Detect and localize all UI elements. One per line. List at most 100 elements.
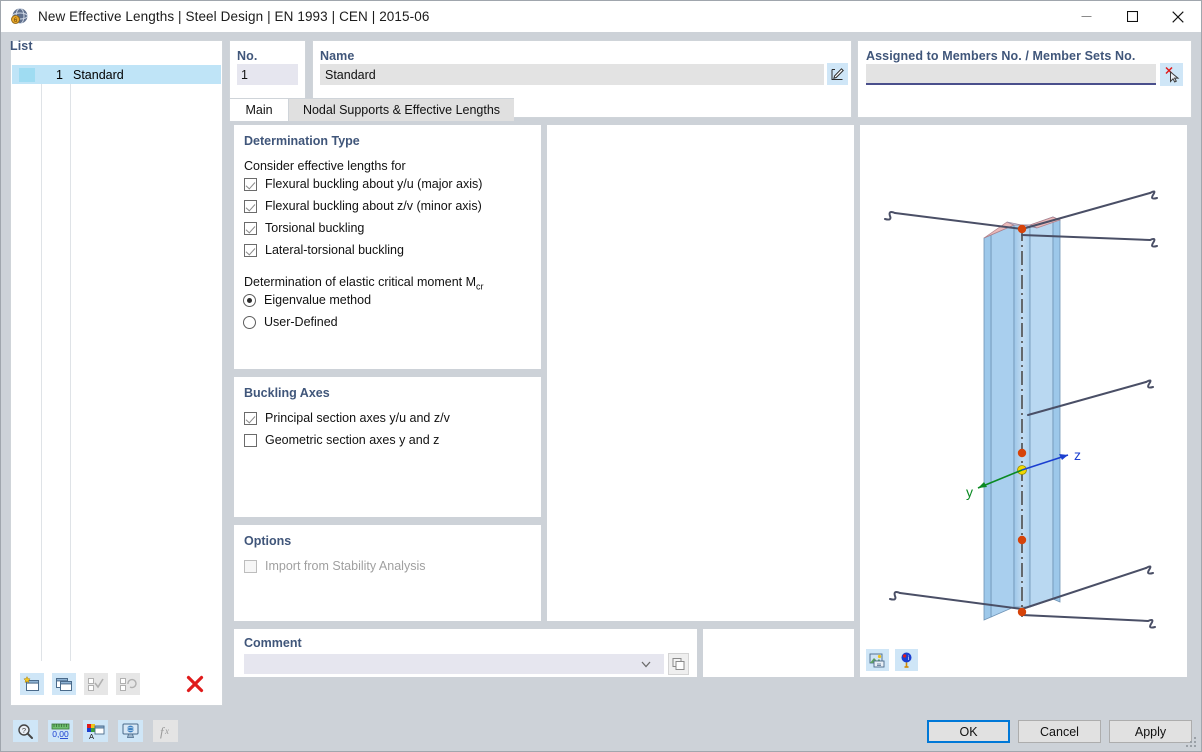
options-title: Options	[244, 534, 292, 548]
comment-copy-button[interactable]	[668, 653, 689, 675]
list-rows: 1 Standard	[12, 65, 221, 661]
maximize-button[interactable]	[1109, 1, 1155, 32]
checkbox-principal-axes[interactable]: Principal section axes y/u and z/v	[244, 411, 450, 425]
new-entry-button[interactable]	[20, 673, 44, 695]
checkbox-flexural-z[interactable]: Flexural buckling about z/v (minor axis)	[244, 199, 482, 213]
check-entries-button	[84, 673, 108, 695]
tab-nodal-supports[interactable]: Nodal Supports & Effective Lengths	[289, 98, 514, 121]
svg-text:i: i	[908, 655, 909, 662]
radio-user-defined[interactable]: User-Defined	[243, 315, 338, 329]
checkbox-lateral-torsional-label: Lateral-torsional buckling	[265, 243, 404, 257]
checkbox-lateral-torsional[interactable]: Lateral-torsional buckling	[244, 243, 404, 257]
view-info-button[interactable]: i	[895, 649, 918, 671]
mcr-label: Determination of elastic critical moment…	[244, 275, 484, 292]
checkbox-flexural-y-label: Flexural buckling about y/u (major axis)	[265, 177, 483, 191]
svg-text:A: A	[89, 732, 94, 740]
svg-text:0,00: 0,00	[52, 729, 69, 739]
copy-entry-button[interactable]	[52, 673, 76, 695]
model-viewport[interactable]: z y i	[860, 125, 1187, 677]
name-input[interactable]	[320, 64, 824, 85]
assigned-members-input[interactable]	[866, 64, 1156, 85]
list-item-label: Standard	[73, 67, 124, 82]
apply-button-label: Apply	[1134, 724, 1167, 739]
list-item-no: 1	[56, 67, 63, 82]
checkbox-lateral-torsional-box	[244, 243, 257, 257]
name-edit-button[interactable]	[827, 63, 848, 85]
edit-pencil-icon	[831, 67, 844, 80]
checkbox-flexural-y[interactable]: Flexural buckling about y/u (major axis)	[244, 177, 482, 191]
delete-entry-button[interactable]	[183, 673, 207, 695]
formula-fx-icon: f x	[160, 724, 169, 739]
colors-legend-icon: A	[87, 723, 105, 740]
formula-button: f x	[153, 720, 178, 742]
checkbox-geometric-axes[interactable]: Geometric section axes y and z	[244, 433, 439, 447]
magnifier-icon: ?	[18, 723, 33, 739]
list-item[interactable]: 1 Standard	[12, 65, 221, 84]
svg-text:x: x	[164, 726, 169, 736]
red-x-icon	[186, 675, 204, 693]
info-balloon-icon: i	[901, 652, 912, 668]
radio-eigenvalue-method-label: Eigenvalue method	[264, 293, 372, 307]
resize-grip[interactable]	[1186, 737, 1198, 749]
name-label: Name	[320, 49, 355, 63]
member-3d-graphic: z y	[884, 190, 1158, 629]
determination-type-title: Determination Type	[244, 134, 360, 148]
comment-input[interactable]	[244, 654, 664, 674]
tab-content: Determination Type Consider effective le…	[229, 121, 1192, 706]
checkbox-geometric-axes-box	[244, 433, 257, 447]
assigned-label: Assigned to Members No. / Member Sets No…	[866, 49, 1136, 63]
render-mode-button[interactable]	[866, 649, 889, 671]
list-toolbar	[12, 664, 221, 704]
list-panel: 1 Standard	[10, 40, 223, 706]
minimize-icon	[1081, 16, 1091, 17]
cancel-button[interactable]: Cancel	[1018, 720, 1101, 743]
new-window-star-icon	[23, 676, 39, 691]
search-button[interactable]: ?	[13, 720, 38, 742]
radio-eigenvalue-method[interactable]: Eigenvalue method	[243, 293, 371, 307]
select-objects-button[interactable]	[1160, 63, 1183, 86]
mcr-label-subscript: cr	[476, 281, 484, 292]
middle-empty-panel	[547, 125, 854, 621]
node-upper-mid	[1017, 448, 1027, 458]
checkbox-torsional[interactable]: Torsional buckling	[244, 221, 364, 235]
axis-y-label: y	[966, 484, 973, 500]
checkbox-principal-axes-box	[244, 411, 257, 425]
reset-entries-button	[116, 673, 140, 695]
checkbox-import-stability: Import from Stability Analysis	[244, 559, 425, 573]
node-lower-mid	[1017, 535, 1027, 545]
checklist-icon	[88, 678, 104, 691]
checkbox-flexural-z-label: Flexural buckling about z/v (minor axis)	[265, 199, 482, 213]
svg-text:?: ?	[22, 726, 26, 735]
checkbox-geometric-axes-label: Geometric section axes y and z	[265, 433, 440, 447]
apply-button[interactable]: Apply	[1109, 720, 1192, 743]
viewport-toolbar: i	[866, 649, 924, 671]
units-button[interactable]: 0,00	[48, 720, 73, 742]
checkbox-flexural-z-box	[244, 199, 257, 213]
radio-user-defined-dot	[243, 315, 256, 329]
ok-button[interactable]: OK	[927, 720, 1010, 743]
rfem-globe-icon: 6	[9, 6, 31, 28]
checkbox-flexural-y-box	[244, 177, 257, 191]
node-bottom	[1017, 607, 1027, 617]
tab-main[interactable]: Main	[229, 98, 289, 121]
cancel-button-label: Cancel	[1040, 724, 1079, 739]
copy-window-icon	[56, 678, 72, 691]
checklist-reset-icon	[120, 678, 137, 691]
ok-button-label: OK	[959, 724, 978, 739]
no-input[interactable]	[237, 64, 298, 85]
color-swatch	[19, 67, 35, 82]
dialog-window: 6 New Effective Lengths | Steel Design |…	[0, 0, 1202, 752]
radio-eigenvalue-method-dot	[243, 293, 256, 307]
chevron-down-icon[interactable]	[640, 658, 652, 670]
image-render-icon	[869, 653, 885, 667]
checkbox-import-stability-label: Import from Stability Analysis	[265, 559, 426, 573]
display-button[interactable]	[118, 720, 143, 742]
maximize-icon	[1126, 11, 1138, 22]
minimize-button[interactable]	[1063, 1, 1109, 32]
colors-button[interactable]: A	[83, 720, 108, 742]
units-decimal-icon: 0,00	[51, 723, 70, 739]
close-button[interactable]	[1155, 1, 1201, 32]
comment-label: Comment	[244, 636, 302, 650]
no-label: No.	[237, 49, 258, 63]
dialog-footer: ? 0,00 A f x OK Cancel Apply	[1, 712, 1201, 751]
